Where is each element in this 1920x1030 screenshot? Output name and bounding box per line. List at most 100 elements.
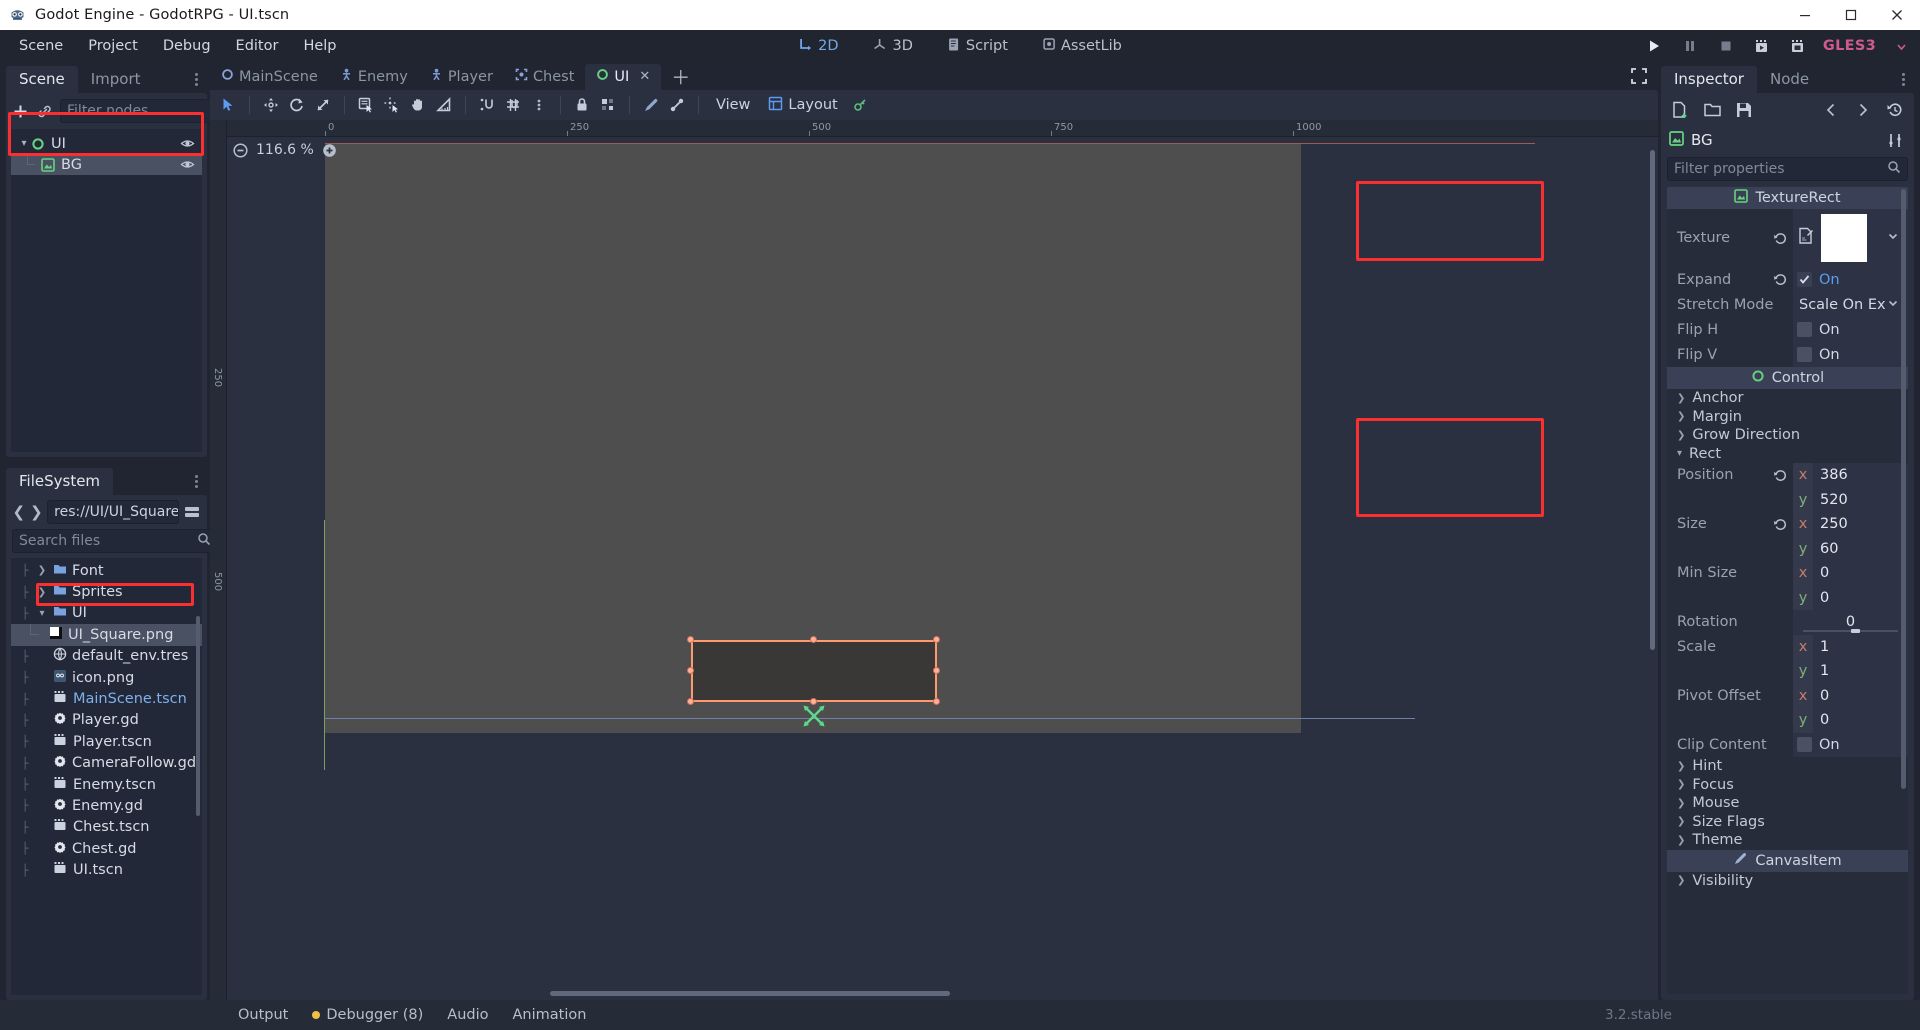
property-group-theme[interactable]: ❯ Theme — [1667, 831, 1908, 850]
canvas-vertical-scrollbar[interactable] — [1650, 150, 1655, 650]
play-scene-icon[interactable] — [1751, 35, 1773, 57]
property-min-size-y[interactable]: y 0 — [1667, 585, 1908, 610]
section-header-canvasitem[interactable]: CanvasItem — [1667, 849, 1908, 872]
scene-tree[interactable]: ▾ UI BG — [11, 129, 202, 452]
scale-y-input[interactable]: 1 — [1813, 659, 1908, 684]
search-files-field[interactable] — [12, 529, 218, 553]
list-item[interactable]: ├ UI.tscn — [11, 859, 202, 880]
property-size-x[interactable]: Size x 250 — [1667, 512, 1908, 537]
bottom-tab-output[interactable]: Output — [226, 1004, 300, 1026]
maximize-icon[interactable] — [1828, 0, 1874, 30]
list-select-button[interactable] — [354, 93, 378, 117]
pan-mode-button[interactable] — [406, 93, 430, 117]
minimize-icon[interactable] — [1782, 0, 1828, 30]
bottom-tab-audio[interactable]: Audio — [435, 1004, 500, 1026]
close-icon[interactable] — [1874, 0, 1920, 30]
chevron-right-icon[interactable]: ❯ — [1677, 393, 1685, 404]
property-group-focus[interactable]: ❯ Focus — [1667, 776, 1908, 795]
chevron-right-icon[interactable]: ❯ — [1677, 875, 1685, 886]
flip-v-checkbox[interactable] — [1797, 347, 1812, 362]
property-pivot-offset-x[interactable]: Pivot Offset x 0 — [1667, 683, 1908, 708]
bone-icon[interactable] — [665, 93, 689, 117]
property-group-hint[interactable]: ❯ Hint — [1667, 757, 1908, 776]
property-group-margin[interactable]: ❯ Margin — [1667, 408, 1908, 427]
property-list[interactable]: TextureRect Texture Expand On Stretch Mo… — [1667, 187, 1908, 994]
play-custom-icon[interactable] — [1787, 35, 1809, 57]
revert-icon[interactable] — [1767, 272, 1793, 287]
property-pivot-offset-y[interactable]: y 0 — [1667, 708, 1908, 733]
link-icon[interactable] — [36, 100, 53, 122]
texture-edit-icon[interactable] — [1797, 227, 1815, 249]
chevron-right-icon[interactable]: ❯ — [1677, 411, 1685, 422]
list-item[interactable]: ├ ❯ Font — [11, 560, 202, 581]
layout-menu-button[interactable]: Layout — [760, 93, 845, 118]
tab-2d[interactable]: 2D — [792, 34, 844, 59]
history-icon[interactable] — [1884, 99, 1906, 121]
scene-tab-chest[interactable]: Chest — [504, 64, 585, 90]
property-position-y[interactable]: y 520 — [1667, 487, 1908, 512]
list-item[interactable]: ├ ❯ Sprites — [11, 581, 202, 602]
tab-node[interactable]: Node — [1757, 66, 1822, 93]
menu-scene[interactable]: Scene — [8, 34, 74, 58]
filesystem-scrollbar[interactable] — [196, 616, 200, 816]
chevron-right-icon[interactable]: ❯ — [30, 502, 44, 522]
size-x-input[interactable]: 250 — [1813, 512, 1908, 537]
scale-x-input[interactable]: 1 — [1813, 634, 1908, 659]
chevron-down-icon[interactable] — [1886, 229, 1900, 247]
chevron-right-icon[interactable]: ❯ — [1677, 430, 1685, 441]
renderer-label[interactable]: GLES3 — [1823, 38, 1876, 54]
new-resource-icon[interactable] — [1669, 99, 1691, 121]
list-item[interactable]: ├ ▾ UI — [11, 603, 202, 624]
scene-node-ui[interactable]: ▾ UI — [11, 133, 202, 154]
property-rotation[interactable]: Rotation 0 — [1667, 610, 1908, 635]
canvas-2d[interactable]: 0 250 500 750 1000 250 500 116.6 % — [210, 120, 1658, 1000]
list-item[interactable]: ├ Chest.tscn — [11, 817, 202, 838]
menu-editor[interactable]: Editor — [225, 34, 290, 58]
property-group-grow-direction[interactable]: ❯ Grow Direction — [1667, 426, 1908, 445]
property-group-rect[interactable]: ▾ Rect — [1667, 445, 1908, 464]
chevron-right-icon[interactable]: ❯ — [36, 587, 48, 598]
rotation-slider-thumb[interactable] — [1850, 628, 1860, 633]
kebab-menu-icon[interactable] — [189, 70, 203, 88]
pivot-offset-y-input[interactable]: 0 — [1813, 708, 1908, 733]
chevron-right-icon[interactable]: ❯ — [1677, 798, 1685, 809]
tab-inspector[interactable]: Inspector — [1661, 66, 1757, 93]
folder-open-icon[interactable] — [1701, 99, 1723, 121]
revert-icon[interactable] — [1767, 231, 1793, 246]
play-icon[interactable] — [1643, 35, 1665, 57]
list-item[interactable]: ├ Player.gd — [11, 710, 202, 731]
tab-script[interactable]: Script — [941, 34, 1014, 59]
flip-h-checkbox[interactable] — [1797, 322, 1812, 337]
tab-scene[interactable]: Scene — [6, 66, 78, 93]
inspector-scrollbar[interactable] — [1901, 189, 1906, 789]
zoom-in-icon[interactable] — [322, 142, 338, 158]
chevron-down-icon[interactable] — [1890, 35, 1912, 57]
tab-import[interactable]: Import — [78, 66, 154, 93]
chevron-right-icon[interactable]: ❯ — [36, 565, 48, 576]
list-item[interactable]: ├ CameraFollow.gd — [11, 753, 202, 774]
resize-handle-mr[interactable] — [933, 667, 940, 674]
scene-tab-mainscene[interactable]: MainScene — [210, 64, 329, 90]
expand-checkbox[interactable] — [1797, 272, 1812, 287]
stop-icon[interactable] — [1715, 35, 1737, 57]
property-group-visibility[interactable]: ❯ Visibility — [1667, 872, 1908, 891]
rotation-input[interactable]: 0 — [1846, 614, 1855, 630]
list-item[interactable]: ├ Enemy.tscn — [11, 774, 202, 795]
pivot-offset-x-input[interactable]: 0 — [1813, 683, 1908, 708]
property-min-size-x[interactable]: Min Size x 0 — [1667, 561, 1908, 586]
property-texture[interactable]: Texture — [1667, 209, 1908, 267]
grid-snap-button[interactable] — [501, 93, 525, 117]
chevron-down-icon[interactable]: ▾ — [36, 608, 48, 619]
save-icon[interactable] — [1733, 99, 1755, 121]
position-y-input[interactable]: 520 — [1813, 487, 1908, 512]
resize-handle-tc[interactable] — [810, 636, 817, 643]
view-menu-button[interactable]: View — [708, 94, 758, 116]
tab-3d[interactable]: 3D — [866, 34, 918, 59]
chevron-right-icon[interactable]: ❯ — [1677, 761, 1685, 772]
pause-icon[interactable] — [1679, 35, 1701, 57]
texture-preview-swatch[interactable] — [1821, 214, 1867, 262]
scene-node-bg[interactable]: BG — [11, 154, 202, 175]
paint-icon[interactable] — [639, 93, 663, 117]
resize-handle-tr[interactable] — [933, 636, 940, 643]
eye-icon[interactable] — [180, 157, 195, 176]
